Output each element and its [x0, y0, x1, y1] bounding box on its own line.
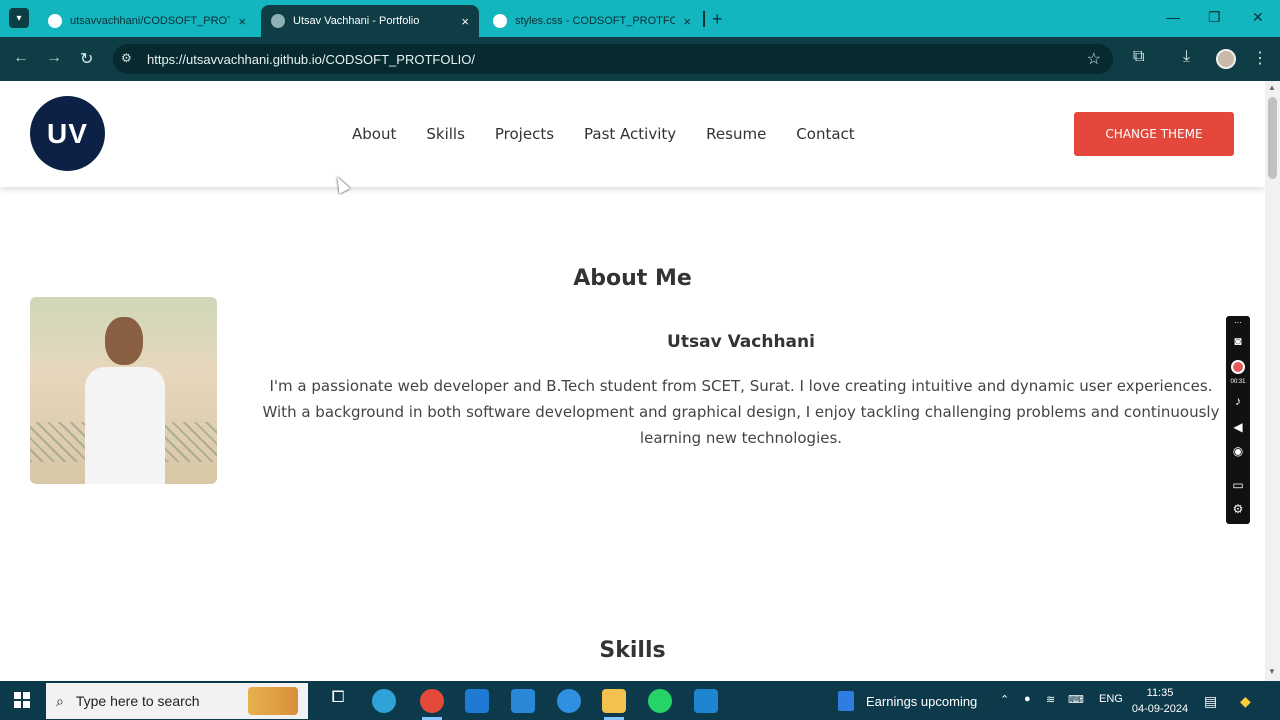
globe-icon	[271, 14, 285, 28]
search-placeholder: Type here to search	[75, 693, 200, 709]
nav-past-activity[interactable]: Past Activity	[584, 125, 676, 143]
copilot-icon[interactable]: ◆	[1240, 693, 1251, 710]
speaker-icon[interactable]: ◀	[1226, 420, 1250, 434]
settings-gear-icon[interactable]: ⚙	[1226, 502, 1250, 516]
tab-title: styles.css - CODSOFT_PROTFO	[515, 15, 676, 27]
back-icon[interactable]: ←	[13, 49, 29, 67]
address-bar[interactable]: ⚙ https://utsavvachhani.github.io/CODSOF…	[113, 44, 1113, 74]
minimize-icon[interactable]: —	[1166, 9, 1180, 25]
about-text: I'm a passionate web developer and B.Tec…	[262, 377, 1220, 447]
recording-time: 00:31	[1230, 379, 1246, 385]
close-tab-icon[interactable]: ×	[461, 14, 469, 29]
news-text: Earnings upcoming	[866, 693, 978, 709]
tab-search-icon[interactable]: ▾	[9, 8, 29, 28]
screen-recorder-toolbar: ⋯ ◙ 00:31 ♪ ◀ ◉ ▭ ⚙	[1226, 316, 1250, 524]
news-widget[interactable]: Earnings upcoming	[838, 691, 977, 711]
safari-icon[interactable]	[557, 689, 581, 713]
microphone-icon[interactable]: ♪	[1226, 394, 1250, 408]
wifi-icon[interactable]: ≋	[1046, 693, 1055, 706]
mail-icon[interactable]	[511, 689, 535, 713]
clock-date: 04-09-2024	[1131, 703, 1189, 715]
download-icon[interactable]: ⤓	[1183, 48, 1190, 66]
windows-taskbar: ⌕ Type here to search ⧠ Earnings upcomin…	[0, 681, 1280, 720]
store-icon[interactable]	[465, 689, 489, 713]
nav-skills[interactable]: Skills	[426, 125, 465, 143]
keyboard-icon[interactable]: ⌨	[1068, 693, 1084, 706]
tab-github-repo[interactable]: utsavvachhani/CODSOFT_PROTF ×	[38, 5, 256, 37]
forward-icon[interactable]: →	[46, 49, 62, 67]
photo-person-body	[85, 367, 165, 484]
search-highlight-icon[interactable]	[248, 687, 298, 715]
about-heading: About Me	[573, 266, 692, 291]
extensions-icon[interactable]: ⧉	[1133, 48, 1144, 66]
whatsapp-icon[interactable]	[648, 689, 672, 713]
windows-start-icon[interactable]	[14, 692, 30, 708]
vscode-icon[interactable]	[694, 689, 718, 713]
chrome-icon[interactable]	[420, 689, 444, 720]
notifications-icon[interactable]: ▤	[1204, 693, 1217, 710]
search-icon: ⌕	[56, 692, 64, 709]
chevron-up-icon[interactable]: ⌃	[1000, 693, 1009, 706]
close-tab-icon[interactable]: ×	[683, 14, 691, 29]
site-logo[interactable]: UV	[30, 96, 105, 171]
close-tab-icon[interactable]: ×	[238, 14, 246, 29]
photo-person-head	[105, 317, 143, 365]
browser-tab-bar: ▾ utsavvachhani/CODSOFT_PROTF × Utsav Va…	[0, 0, 1280, 37]
clock-time: 11:35	[1146, 687, 1174, 699]
nav-resume[interactable]: Resume	[706, 125, 766, 143]
reload-icon[interactable]: ↻	[80, 49, 93, 69]
tab-divider	[703, 11, 705, 27]
tab-styles-css[interactable]: styles.css - CODSOFT_PROTFO ×	[483, 5, 701, 37]
scroll-up-icon[interactable]: ▲	[1268, 83, 1276, 92]
tab-title: utsavvachhani/CODSOFT_PROTF	[70, 15, 231, 27]
news-icon	[838, 691, 854, 711]
tab-portfolio[interactable]: Utsav Vachhani - Portfolio ×	[261, 5, 479, 37]
site-header: UV About Skills Projects Past Activity R…	[0, 81, 1265, 187]
tab-title: Utsav Vachhani - Portfolio	[293, 15, 420, 27]
recorder-grip-icon[interactable]: ⋯	[1226, 318, 1250, 327]
about-name: Utsav Vachhani	[667, 332, 815, 352]
edge-icon[interactable]	[372, 689, 396, 713]
page-viewport: UV About Skills Projects Past Activity R…	[0, 81, 1265, 681]
skills-heading: Skills	[599, 638, 666, 663]
change-theme-button[interactable]: CHANGE THEME	[1074, 112, 1234, 156]
menu-kebab-icon[interactable]: ⋮	[1252, 48, 1268, 68]
restore-icon[interactable]: ❐	[1208, 9, 1221, 26]
profile-avatar[interactable]	[1216, 49, 1236, 69]
microphone-tray-icon[interactable]: ●	[1024, 693, 1031, 705]
scroll-thumb[interactable]	[1268, 97, 1277, 179]
site-nav: About Skills Projects Past Activity Resu…	[352, 125, 855, 143]
url-text[interactable]: https://utsavvachhani.github.io/CODSOFT_…	[147, 52, 475, 67]
github-icon	[48, 14, 62, 28]
language-indicator[interactable]: ENG	[1099, 693, 1123, 705]
bookmark-star-icon[interactable]: ☆	[1087, 49, 1101, 69]
close-window-icon[interactable]: ✕	[1252, 9, 1264, 26]
clock[interactable]: 11:35 04-09-2024	[1128, 685, 1192, 717]
scroll-down-icon[interactable]: ▼	[1268, 667, 1276, 676]
nav-about[interactable]: About	[352, 125, 396, 143]
camera-icon[interactable]: ◙	[1226, 334, 1250, 348]
new-tab-button[interactable]: +	[712, 9, 723, 30]
profile-photo	[30, 297, 217, 484]
webcam-icon[interactable]: ◉	[1226, 444, 1250, 458]
record-icon[interactable]	[1231, 360, 1245, 374]
github-icon	[493, 14, 507, 28]
file-explorer-icon[interactable]	[602, 689, 626, 720]
task-view-icon[interactable]: ⧠	[326, 689, 350, 713]
site-info-icon[interactable]: ⚙	[121, 51, 135, 65]
browser-toolbar: ← → ↻ ⚙ https://utsavvachhani.github.io/…	[0, 37, 1280, 81]
window-icon[interactable]: ▭	[1226, 478, 1250, 492]
nav-contact[interactable]: Contact	[796, 125, 854, 143]
page-scrollbar[interactable]: ▲ ▼	[1265, 81, 1280, 681]
nav-projects[interactable]: Projects	[495, 125, 554, 143]
